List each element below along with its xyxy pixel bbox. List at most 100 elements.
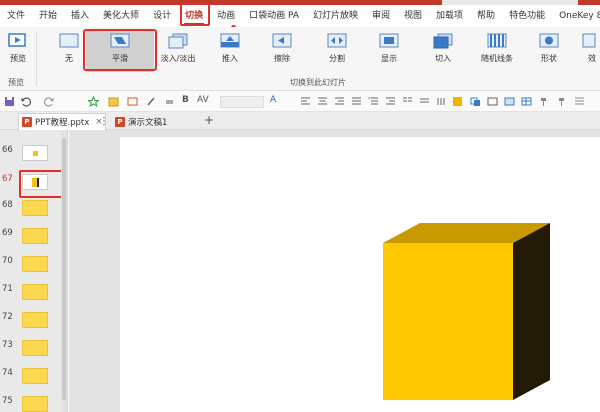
preview-label: 预览	[10, 54, 26, 63]
slide-thumbnail-71[interactable]	[22, 284, 48, 300]
tab-ppt-tutorial[interactable]: P PPT教程.pptx ×	[18, 113, 106, 130]
transition-cut[interactable]: 切入	[426, 30, 460, 72]
slide-thumbnail-72[interactable]	[22, 312, 48, 328]
transition-label: 形状	[541, 54, 557, 63]
transition-none[interactable]: 无	[52, 30, 86, 72]
transition-label: 擦除	[274, 54, 290, 63]
slide-thumbnail-74[interactable]	[22, 368, 48, 384]
reveal-transition-icon	[379, 33, 399, 48]
shape-fill-icon[interactable]	[452, 96, 463, 107]
slide-number: 66	[2, 145, 13, 155]
quick-access-toolbar: B AV A	[0, 92, 600, 112]
menu-slideshow[interactable]: 幻灯片放映	[306, 5, 365, 27]
slide-thumbnail-70[interactable]	[22, 256, 48, 272]
undo-icon[interactable]	[20, 96, 31, 107]
slide-number: 70	[2, 256, 13, 266]
save-icon[interactable]	[4, 96, 15, 107]
transition-shape[interactable]: 形状	[532, 30, 566, 72]
powerpoint-icon: P	[22, 117, 32, 127]
menu-bar: 文件 开始 插入 美化大师 设计 切换 动画 口袋动画 PA 幻灯片放映 审阅 …	[0, 5, 600, 27]
transition-label: 无	[65, 54, 73, 63]
tab-presentation1[interactable]: P 演示文稿1	[112, 113, 196, 130]
redo-icon[interactable]	[44, 96, 55, 107]
align-center-icon[interactable]	[317, 96, 328, 107]
align-right-icon[interactable]	[334, 96, 345, 107]
grid-icon[interactable]	[574, 96, 585, 107]
slide-number: 73	[2, 340, 13, 350]
none-transition-icon	[59, 33, 79, 48]
textbox-icon[interactable]	[487, 96, 498, 107]
menu-help[interactable]: 帮助	[470, 5, 502, 27]
effect-options-icon	[582, 33, 596, 48]
slide-thumbnail-69[interactable]	[22, 228, 48, 244]
align-left-icon[interactable]	[300, 96, 311, 107]
menu-special[interactable]: 特色功能	[502, 5, 552, 27]
image-icon[interactable]	[108, 96, 119, 107]
push-transition-icon	[220, 33, 240, 48]
menu-insert[interactable]: 插入	[64, 5, 96, 27]
slide-number: 74	[2, 368, 13, 378]
vertical-dots-icon[interactable]	[102, 116, 106, 126]
eraser-icon[interactable]	[164, 96, 175, 107]
slide-editing-area[interactable]	[120, 137, 600, 412]
preview-icon	[8, 33, 26, 47]
columns-icon[interactable]	[402, 96, 413, 107]
shape-transition-icon	[539, 33, 559, 48]
preview-button[interactable]: 预览	[4, 30, 32, 72]
bold-icon[interactable]: B	[182, 95, 189, 105]
transition-label: 显示	[381, 54, 397, 63]
yellow-cube-shape[interactable]	[120, 137, 600, 412]
slide-thumbnail-66[interactable]	[22, 145, 48, 161]
transition-random-bars[interactable]: 随机线条	[476, 30, 518, 72]
slide-number: 72	[2, 312, 13, 322]
transition-fade[interactable]: 淡入/淡出	[158, 30, 198, 72]
text-dir-icon[interactable]	[436, 96, 447, 107]
transition-split[interactable]: 分割	[320, 30, 354, 72]
document-tab-bar: P PPT教程.pptx × P 演示文稿1 +	[0, 112, 600, 130]
slide-thumbnail-75[interactable]	[22, 396, 48, 412]
font-color-icon[interactable]: A	[270, 95, 276, 105]
transition-reveal[interactable]: 显示	[372, 30, 406, 72]
new-tab-button[interactable]: +	[204, 113, 214, 127]
list-icon[interactable]	[368, 96, 379, 107]
slide-number: 71	[2, 284, 13, 294]
slide-number: 75	[2, 396, 13, 406]
menu-review[interactable]: 审阅	[365, 5, 397, 27]
slide-icon[interactable]	[127, 96, 138, 107]
menu-design[interactable]: 设计	[146, 5, 178, 27]
pin2-icon[interactable]	[556, 96, 567, 107]
effect-options-label: 效	[588, 54, 596, 63]
menu-file[interactable]: 文件	[0, 5, 32, 27]
char-spacing-icon[interactable]: AV	[197, 95, 209, 105]
menu-view[interactable]: 视图	[397, 5, 429, 27]
effect-options-button[interactable]: 效	[582, 30, 600, 72]
tab-label: 演示文稿1	[128, 117, 168, 128]
slide-thumbnail-68[interactable]	[22, 200, 48, 216]
menu-pocket-animation[interactable]: 口袋动画 PA	[242, 5, 306, 27]
slide-thumbnail-73[interactable]	[22, 340, 48, 356]
table-icon[interactable]	[521, 96, 532, 107]
indent-icon[interactable]	[385, 96, 396, 107]
transition-label: 分割	[329, 54, 345, 63]
slide-number: 68	[2, 200, 13, 210]
transition-label: 随机线条	[481, 54, 513, 63]
justify-icon[interactable]	[351, 96, 362, 107]
transition-push[interactable]: 推入	[214, 30, 246, 72]
picture-icon[interactable]	[504, 96, 515, 107]
menu-addins[interactable]: 加载项	[429, 5, 470, 27]
thumbnail-scroll-thumb[interactable]	[62, 138, 66, 400]
spacing-icon[interactable]	[419, 96, 430, 107]
split-transition-icon	[327, 33, 347, 48]
arrange-icon[interactable]	[470, 96, 481, 107]
transition-label: 切入	[435, 54, 451, 63]
menu-beautify[interactable]: 美化大师	[96, 5, 146, 27]
menu-animations[interactable]: 动画	[210, 5, 242, 27]
pin-icon[interactable]	[538, 96, 549, 107]
fade-transition-icon	[168, 33, 188, 49]
cut-transition-icon	[433, 33, 453, 49]
menu-home[interactable]: 开始	[32, 5, 64, 27]
transition-wipe[interactable]: 擦除	[266, 30, 298, 72]
brush-icon[interactable]	[146, 96, 157, 107]
star-icon[interactable]	[88, 96, 99, 107]
menu-onekey[interactable]: OneKey 8	[552, 5, 600, 27]
